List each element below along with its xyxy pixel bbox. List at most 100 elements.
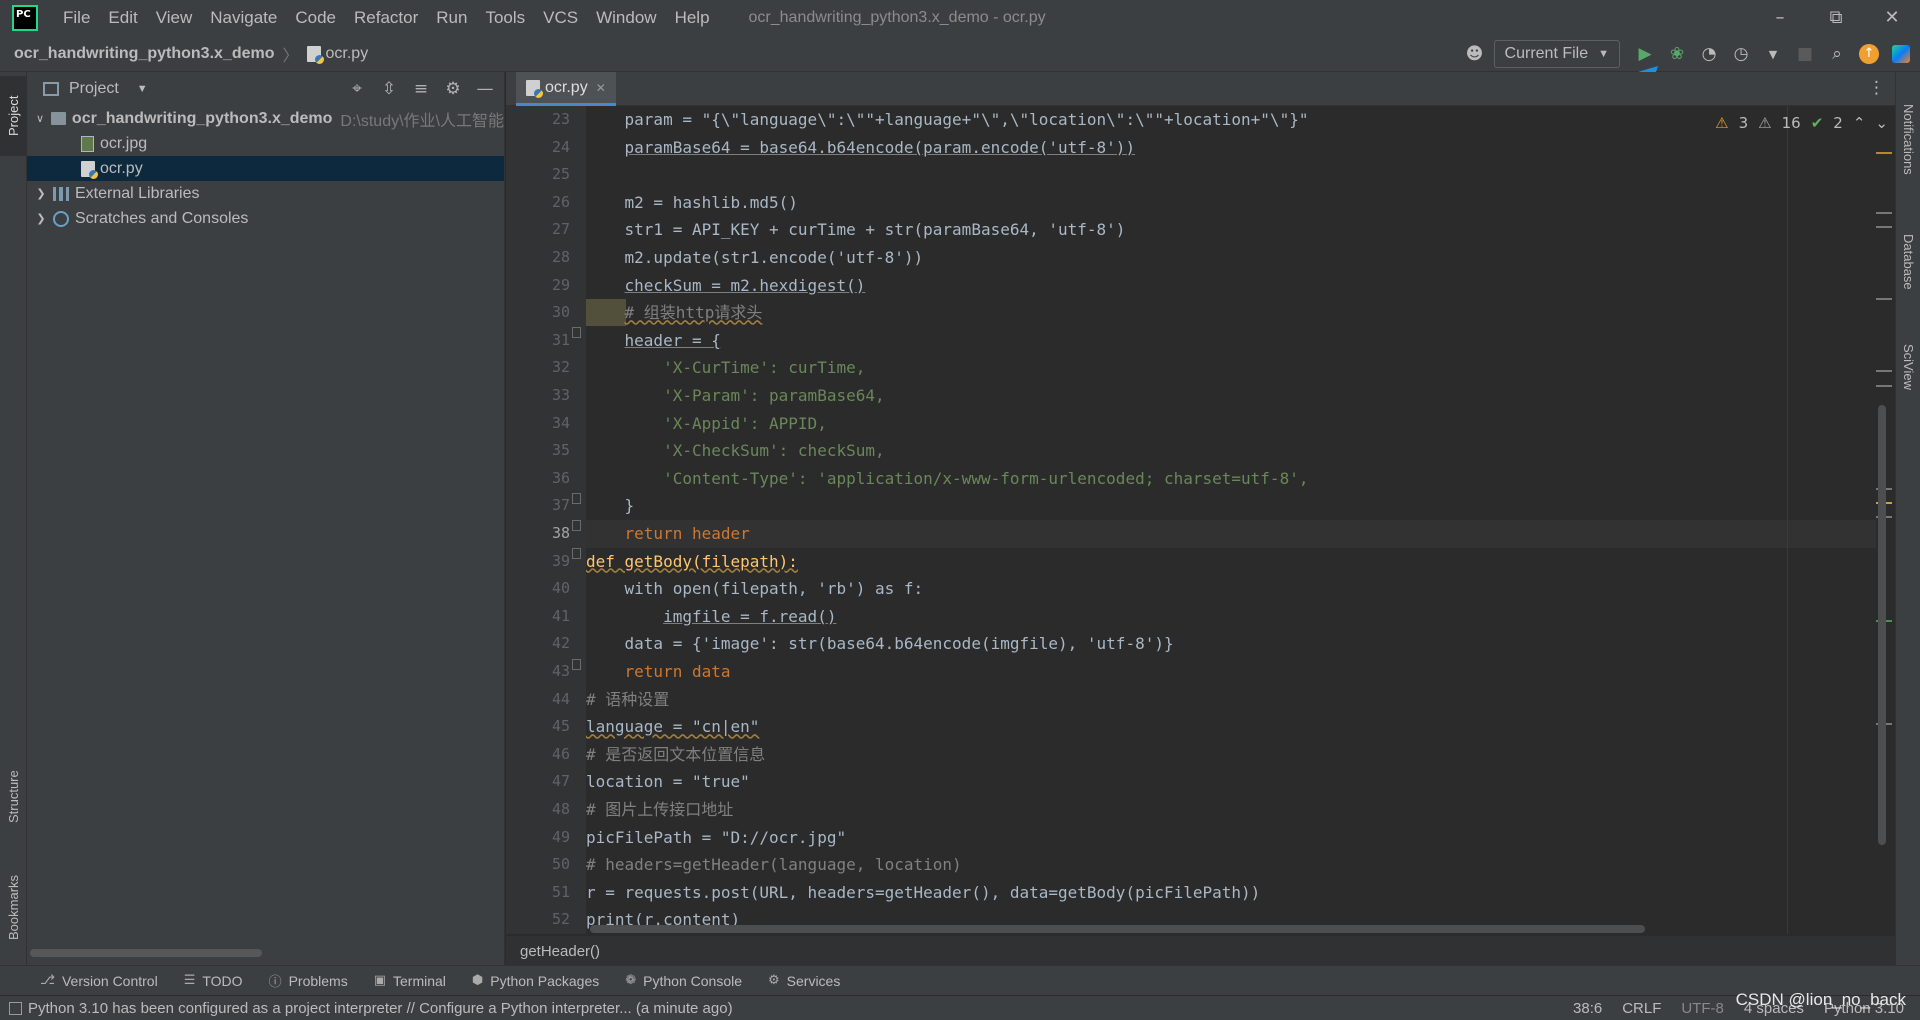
coverage-icon[interactable]: ◔	[1696, 41, 1722, 67]
tree-root[interactable]: ∨ ocr_handwriting_python3.x_demo D:\stud…	[27, 106, 504, 131]
chevron-right-icon[interactable]: ❯	[33, 187, 49, 200]
branch-icon: ⎇	[40, 973, 55, 988]
main-menu: File Edit View Navigate Code Refactor Ru…	[54, 8, 719, 28]
fold-marker-icon[interactable]	[572, 520, 581, 531]
tree-item-ocr-jpg[interactable]: ocr.jpg	[27, 131, 504, 156]
menu-tools[interactable]: Tools	[476, 8, 534, 28]
menu-run[interactable]: Run	[427, 8, 476, 28]
chevron-right-icon[interactable]: ❯	[33, 212, 49, 225]
error-stripe-mark[interactable]	[1876, 298, 1892, 300]
menu-window[interactable]: Window	[587, 8, 665, 28]
tool-tab-bookmarks[interactable]: Bookmarks	[0, 857, 27, 957]
breadcrumb-file[interactable]: ocr.py	[326, 45, 369, 63]
chevron-down-icon: ▼	[1598, 48, 1609, 60]
close-button[interactable]: ✕	[1864, 0, 1920, 36]
menu-help[interactable]: Help	[666, 8, 719, 28]
code-text: param = "{\"language\":\""+language+"\",…	[624, 110, 1309, 129]
tool-tab-database[interactable]: Database	[1896, 212, 1920, 312]
tab-ocr-py[interactable]: ocr.py ✕	[516, 72, 616, 106]
chevron-up-icon[interactable]: ⌃	[1853, 114, 1866, 132]
error-stripe-mark[interactable]	[1876, 212, 1892, 214]
code-text: imgfile = f.read()	[663, 606, 837, 626]
line-number: 30	[551, 303, 570, 322]
app-logo-icon[interactable]	[12, 5, 38, 31]
toggle-tool-windows-icon[interactable]	[9, 1001, 22, 1015]
error-stripe-mark[interactable]	[1876, 226, 1892, 228]
search-icon[interactable]: ⌕	[1824, 41, 1850, 67]
fold-marker-icon[interactable]	[572, 493, 581, 504]
menu-refactor[interactable]: Refactor	[345, 8, 427, 28]
error-stripe-mark[interactable]	[1876, 152, 1892, 154]
code-line-26: m2 = hashlib.md5()	[586, 189, 1876, 217]
file-encoding[interactable]: UTF-8	[1681, 1000, 1724, 1017]
expand-all-icon[interactable]: ⇳	[378, 79, 400, 99]
tool-version-control[interactable]: ⎇ Version Control	[40, 973, 158, 989]
tool-tab-notifications[interactable]: Notifications	[1896, 84, 1920, 194]
menu-file[interactable]: File	[54, 8, 99, 28]
locate-icon[interactable]: ⌖	[346, 79, 368, 99]
line-number: 23	[551, 110, 570, 128]
tool-python-packages[interactable]: ⬢ Python Packages	[472, 973, 599, 989]
vertical-scrollbar[interactable]	[1878, 405, 1886, 845]
tool-python-console[interactable]: ❁ Python Console	[625, 973, 742, 989]
tree-item-ocr-py[interactable]: ocr.py	[27, 156, 504, 181]
gear-icon[interactable]: ⚙	[442, 79, 464, 99]
status-message[interactable]: Python 3.10 has been configured as a pro…	[28, 1000, 733, 1017]
tree-item-scratches[interactable]: ❯ Scratches and Consoles	[27, 206, 504, 231]
line-number: 35	[551, 441, 570, 460]
menu-view[interactable]: View	[147, 8, 202, 28]
project-view-icon	[43, 82, 59, 96]
tool-label: TODO	[202, 972, 243, 989]
more-run-options-icon[interactable]: ▼	[1760, 41, 1786, 67]
update-icon[interactable]: ↑	[1856, 41, 1882, 67]
menu-navigate[interactable]: Navigate	[201, 8, 286, 28]
fold-marker-icon[interactable]	[572, 659, 581, 670]
restore-button[interactable]: ⧉	[1808, 0, 1864, 36]
breadcrumb-project[interactable]: ocr_handwriting_python3.x_demo	[14, 45, 274, 63]
horizontal-scrollbar[interactable]	[30, 949, 262, 957]
debug-icon[interactable]: ❀	[1664, 41, 1690, 67]
error-stripe-mark[interactable]	[1876, 370, 1892, 372]
tool-terminal[interactable]: ▣ Terminal	[374, 973, 446, 989]
tool-tab-sciview[interactable]: SciView	[1896, 322, 1920, 412]
menu-edit[interactable]: Edit	[99, 8, 146, 28]
line-number: 41	[551, 606, 570, 625]
breadcrumb-function[interactable]: getHeader()	[520, 943, 600, 960]
tool-services[interactable]: ⚙ Services	[768, 973, 840, 989]
code-editor[interactable]: param = "{\"language\":\""+language+"\",…	[586, 106, 1876, 934]
hide-icon[interactable]: —	[474, 79, 496, 99]
line-separator[interactable]: CRLF	[1622, 1000, 1661, 1017]
code-text: picFilePath = "D://ocr.jpg"	[586, 827, 847, 847]
terminal-icon: ▣	[373, 973, 387, 988]
chevron-down-icon[interactable]: ∨	[33, 112, 47, 125]
tool-todo[interactable]: ☰ TODO	[184, 973, 243, 989]
jetbrains-icon[interactable]	[1888, 41, 1914, 67]
menu-vcs[interactable]: VCS	[534, 8, 587, 28]
more-icon[interactable]: ⋮	[1868, 78, 1885, 98]
tree-item-external-libraries[interactable]: ❯ External Libraries	[27, 181, 504, 206]
caret-position[interactable]: 38:6	[1573, 1000, 1602, 1017]
tool-tab-structure[interactable]: Structure	[0, 752, 27, 842]
close-icon[interactable]: ✕	[596, 81, 606, 95]
profile-icon[interactable]: ◷	[1728, 41, 1754, 67]
stop-icon[interactable]: ■	[1792, 41, 1818, 67]
tool-problems[interactable]: ⓘ Problems	[269, 971, 348, 991]
chevron-down-icon[interactable]: ⌄	[1875, 114, 1888, 132]
horizontal-scrollbar[interactable]	[590, 925, 1645, 933]
fold-marker-icon[interactable]	[572, 548, 581, 559]
minimize-button[interactable]: –	[1752, 0, 1808, 36]
project-panel-title[interactable]: Project	[69, 80, 119, 98]
user-icon[interactable]: ☻	[1462, 41, 1488, 67]
tool-tab-project[interactable]: Project	[0, 76, 27, 156]
error-stripe-mark[interactable]	[1876, 385, 1892, 387]
collapse-all-icon[interactable]: ≡	[410, 79, 432, 99]
run-config-select[interactable]: Current File ▼	[1493, 40, 1620, 68]
breadcrumb: ocr_handwriting_python3.x_demo 〉 ocr.py	[0, 42, 368, 66]
weak-warning-count: 16	[1781, 114, 1801, 132]
menu-code[interactable]: Code	[286, 8, 345, 28]
chevron-down-icon[interactable]: ▼	[137, 83, 148, 95]
status-bar: Python 3.10 has been configured as a pro…	[0, 995, 1920, 1020]
inspection-widget[interactable]: ⚠ 3 ⚠ 16 ✔ 2 ⌃ ⌄	[1715, 114, 1888, 132]
warning-icon: ⚠	[1715, 114, 1729, 132]
fold-marker-icon[interactable]	[572, 327, 581, 338]
